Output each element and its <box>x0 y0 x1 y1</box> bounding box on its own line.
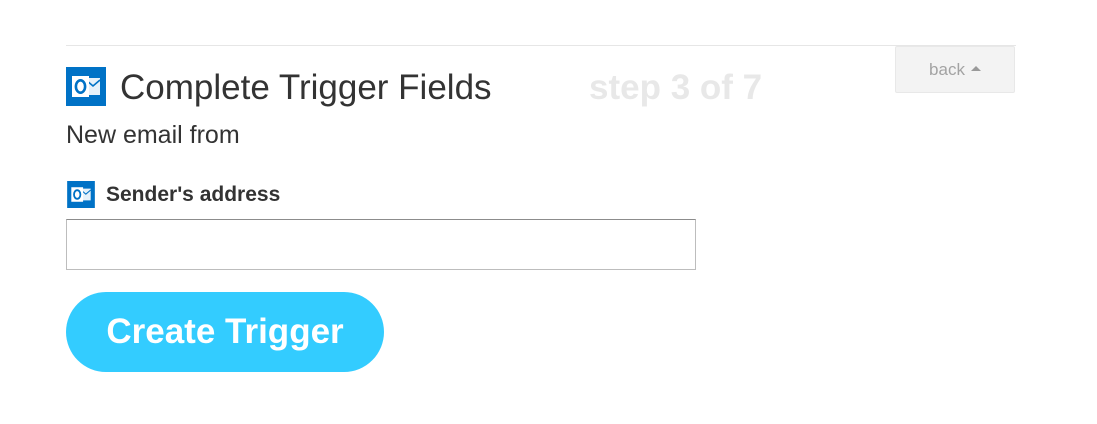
back-button-label: back <box>929 59 965 79</box>
trigger-subtitle: New email from <box>66 121 240 149</box>
outlook-icon <box>67 181 95 208</box>
sender-address-label: Sender's address <box>106 183 281 206</box>
back-button[interactable]: back <box>895 46 1015 93</box>
header-divider <box>66 45 1016 46</box>
sender-address-input[interactable] <box>66 219 696 270</box>
page-title: Complete Trigger Fields <box>120 68 492 107</box>
create-trigger-button[interactable]: Create Trigger <box>66 292 384 372</box>
caret-up-icon <box>970 66 981 71</box>
outlook-icon <box>66 67 106 106</box>
step-indicator: step 3 of 7 <box>589 68 763 107</box>
